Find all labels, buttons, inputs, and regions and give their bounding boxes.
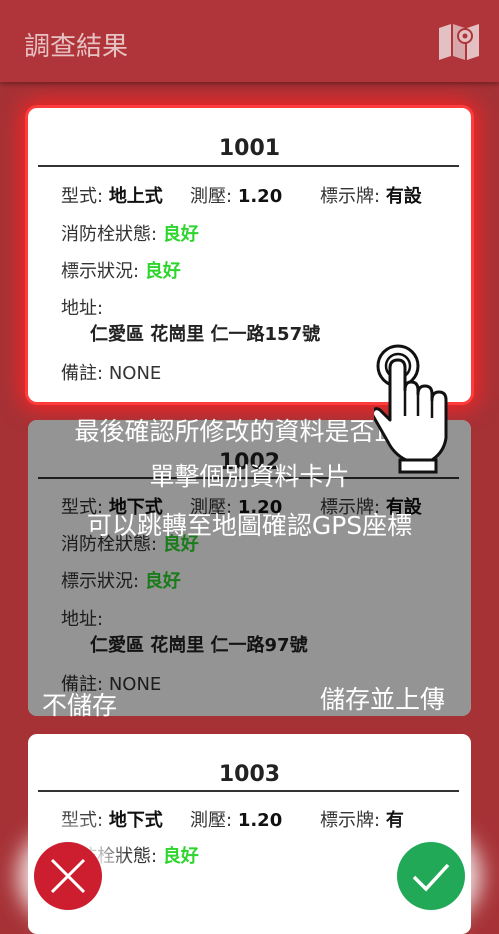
app-bar: 調查結果 <box>0 0 499 82</box>
address-label: 地址: <box>61 298 104 319</box>
pressure-label: 測壓: <box>190 186 233 207</box>
hydrant-status-value: 良好 <box>162 224 199 245</box>
hydrant-status-value: 良好 <box>162 846 199 867</box>
sign-row: 標示牌: 有設 <box>320 182 422 208</box>
remark-row: 備註: NONE <box>61 359 161 385</box>
divider <box>38 790 459 792</box>
sign-status-row: 標示狀況: 良好 <box>61 257 181 283</box>
remark-label: 備註: <box>61 363 104 384</box>
hydrant-status-label: 消防栓狀態: <box>61 224 158 245</box>
pressure-label: 測壓: <box>190 810 233 831</box>
sign-value: 有 <box>385 810 404 831</box>
tutorial-line-3: 可以跳轉至地圖確認GPS座標 <box>86 511 413 540</box>
type-row: 型式: 地下式 <box>61 806 163 832</box>
sign-row: 標示牌: 有 <box>320 806 404 832</box>
type-value: 地下式 <box>108 810 163 831</box>
card-number: 1003 <box>218 762 281 787</box>
sign-status-label: 標示狀況: <box>61 261 140 282</box>
page-title: 調查結果 <box>24 32 129 62</box>
type-label: 型式: <box>61 186 104 207</box>
card-number: 1001 <box>218 136 281 161</box>
address-value: 仁愛區 花崗里 仁一路157號 <box>90 324 321 345</box>
type-row: 型式: 地上式 <box>61 182 163 208</box>
pressure-value: 1.20 <box>237 810 283 831</box>
remark-value: NONE <box>108 363 162 384</box>
sign-status-value: 良好 <box>144 261 181 282</box>
hydrant-status-row: 消防栓狀態: 良好 <box>61 220 199 246</box>
map-icon[interactable] <box>436 22 482 62</box>
pressure-value: 1.20 <box>237 186 283 207</box>
result-list[interactable]: 1001 型式: 地上式 測壓: 1.20 標示牌: 有設 消防栓狀態: 良好 … <box>0 82 499 934</box>
discard-button[interactable] <box>34 842 102 910</box>
pressure-row: 測壓: 1.20 <box>190 182 282 208</box>
type-value: 地上式 <box>108 186 163 207</box>
check-icon <box>412 863 450 892</box>
save-upload-button[interactable] <box>397 842 465 910</box>
discard-label: 不儲存 <box>42 691 118 720</box>
tap-hand-icon <box>370 342 454 486</box>
close-icon <box>50 858 86 894</box>
type-label: 型式: <box>61 810 104 831</box>
pressure-row: 測壓: 1.20 <box>190 806 282 832</box>
sign-label: 標示牌: <box>320 186 381 207</box>
sign-label: 標示牌: <box>320 810 381 831</box>
divider <box>38 165 459 167</box>
sign-value: 有設 <box>385 186 422 207</box>
save-upload-label: 儲存並上傳 <box>320 685 446 714</box>
